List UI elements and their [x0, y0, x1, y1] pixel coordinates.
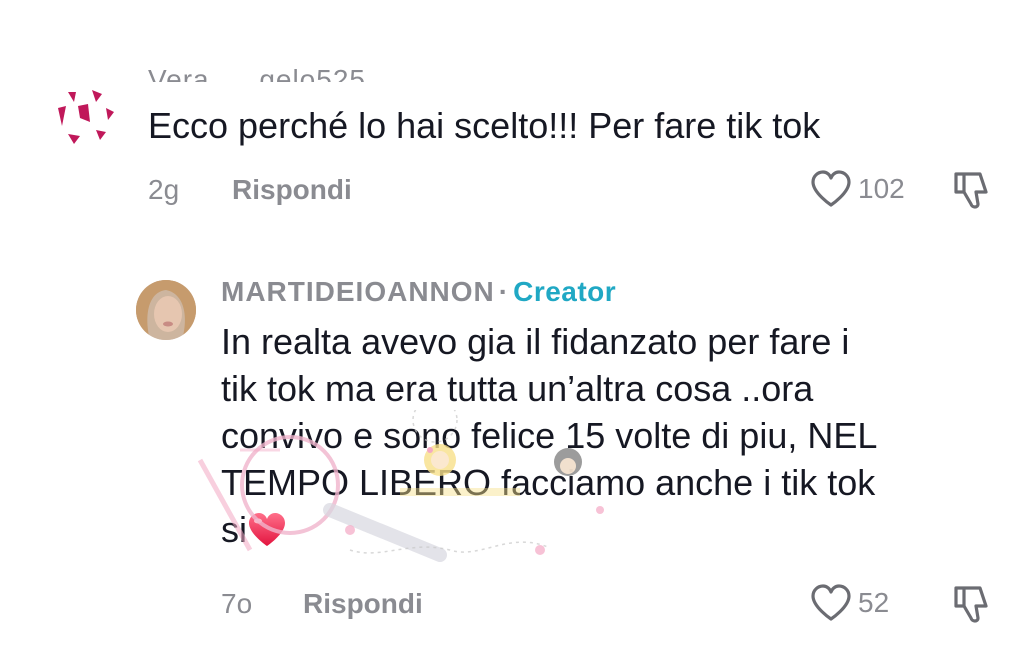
avatar-comment-1[interactable] — [50, 78, 120, 148]
like-button-2[interactable]: 52 — [810, 584, 889, 622]
comment-time-1: 2g — [148, 174, 180, 205]
comment-text-line: In realta avevo gia il fidanzato per far… — [221, 321, 850, 362]
comment-text-2: In realta avevo gia il fidanzato per far… — [221, 318, 877, 559]
profile-photo-icon — [136, 280, 196, 340]
comment-time-2: 7o — [221, 588, 253, 619]
like-count-1: 102 — [858, 173, 905, 204]
like-count-2: 52 — [858, 587, 890, 618]
thumbs-down-icon — [954, 586, 988, 623]
thumbs-down-icon — [954, 172, 988, 209]
dislike-button-1[interactable] — [950, 168, 998, 217]
heart-outline-icon — [811, 170, 851, 207]
avatar-creator[interactable] — [136, 280, 196, 340]
dislike-button-2[interactable] — [950, 582, 998, 631]
red-heart-emoji — [247, 512, 287, 559]
username-comment-1[interactable]: Vera___gelo525 — [148, 58, 366, 82]
creator-badge: Creator — [513, 276, 617, 307]
like-button-1[interactable]: 102 — [810, 170, 905, 208]
reply-button-1[interactable]: Rispondi — [232, 174, 352, 206]
comment-text-line: tik tok ma era tutta un’altra cosa ..ora — [221, 368, 814, 409]
username-creator[interactable]: MARTIDEIOANNON · Creator — [221, 276, 616, 308]
comment-text-line: si — [221, 509, 247, 550]
avatar-logo-icon — [58, 90, 114, 144]
reply-button-2[interactable]: Rispondi — [303, 588, 423, 620]
comment-text-line-last: si — [221, 506, 877, 559]
heart-outline-icon — [811, 584, 851, 621]
comment-text-line: TEMPO LIBERO facciamo anche i tik tok — [221, 462, 876, 503]
username-label: MARTIDEIOANNON — [221, 276, 495, 307]
separator-dot: · — [498, 276, 510, 307]
comment-text-line: convivo e sono felice 15 volte di piu, N… — [221, 415, 878, 456]
comment-text-1: Ecco perché lo hai scelto!!! Per fare ti… — [148, 105, 821, 146]
